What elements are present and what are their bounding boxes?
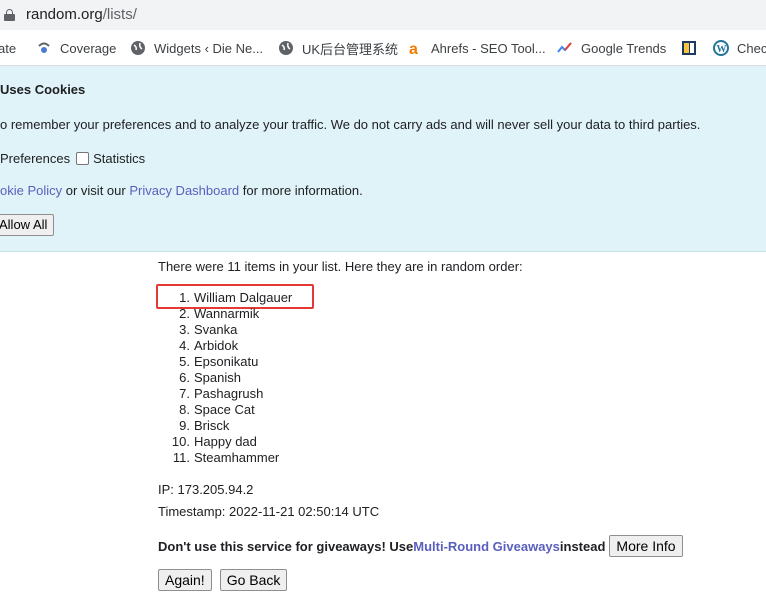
list-item: 2. Wannarmik xyxy=(158,306,292,322)
timestamp: Timestamp: 2022-11-21 02:50:14 UTC xyxy=(158,504,380,519)
list-item: 3. Svanka xyxy=(158,322,292,338)
list-item-text: Svanka xyxy=(194,322,238,337)
bookmark-ahrefs[interactable]: a Ahrefs - SEO Tool... xyxy=(407,39,546,57)
list-item-number: 11. xyxy=(172,450,190,465)
list-item-text: Space Cat xyxy=(194,402,255,417)
multi-round-giveaways-link[interactable]: Multi-Round Giveaways xyxy=(413,539,560,554)
bookmarks-bar: ate Coverage Widgets ‹ Die Ne... UK后台管理系… xyxy=(0,30,766,66)
list-item: 5. Epsonikatu xyxy=(158,354,292,370)
list-item-number: 4. xyxy=(179,338,190,353)
trends-icon xyxy=(557,40,573,56)
bookmark-google-trends[interactable]: Google Trends xyxy=(557,39,666,57)
wordpress-icon: W xyxy=(713,40,729,56)
list-item: 1. William Dalgauer xyxy=(158,290,292,306)
list-item: 4. Arbidok xyxy=(158,338,292,354)
lock-icon[interactable] xyxy=(4,9,15,21)
bookmark-label: Google Trends xyxy=(581,40,667,56)
bookmark-label: Coverage xyxy=(60,40,117,56)
bookmark-widgets[interactable]: Widgets ‹ Die Ne... xyxy=(130,39,263,57)
statistics-label[interactable]: Statistics xyxy=(93,151,145,166)
bookmark-label: Chec xyxy=(737,40,766,56)
svg-text:a: a xyxy=(409,41,418,56)
cookie-policy-line: okie Policy or visit our Privacy Dashboa… xyxy=(0,183,363,198)
policy-text: or visit our xyxy=(62,183,130,198)
bookmark-app[interactable] xyxy=(681,39,705,57)
preferences-label[interactable]: Preferences xyxy=(0,151,70,166)
bookmark-label: Widgets ‹ Die Ne... xyxy=(154,40,264,56)
bookmark-coverage[interactable]: Coverage xyxy=(36,39,116,57)
list-item-number: 5. xyxy=(179,354,190,369)
bookmark-label: UK后台管理系统 xyxy=(302,41,399,57)
bookmark-app-icon xyxy=(681,40,697,56)
result-intro: There were 11 items in your list. Here t… xyxy=(158,259,523,274)
list-item-text: Wannarmik xyxy=(194,306,260,321)
list-item-number: 9. xyxy=(179,418,190,433)
list-item: 11. Steamhammer xyxy=(158,450,292,466)
cookie-options: Preferences Statistics xyxy=(0,151,145,166)
privacy-dashboard-link[interactable]: Privacy Dashboard xyxy=(129,183,239,198)
list-item: 8. Space Cat xyxy=(158,402,292,418)
list-item-text: Pashagrush xyxy=(194,386,264,401)
list-item-text: William Dalgauer xyxy=(194,290,293,305)
bookmark-wordpress[interactable]: W Chec xyxy=(713,39,766,57)
list-item-number: 7. xyxy=(179,386,190,401)
coverage-icon xyxy=(36,40,52,56)
list-item-number: 6. xyxy=(179,370,190,385)
list-item-text: Steamhammer xyxy=(194,450,280,465)
list-item: 9. Brisck xyxy=(158,418,292,434)
allow-all-button[interactable]: Allow All xyxy=(0,214,55,236)
again-button[interactable]: Again! xyxy=(158,569,212,591)
list-item-number: 2. xyxy=(179,306,190,321)
bookmark-label: Ahrefs - SEO Tool... xyxy=(431,40,546,56)
list-item-text: Brisck xyxy=(194,418,230,433)
address-bar[interactable]: random.org/lists/ xyxy=(0,0,766,30)
ip-address: IP: 173.205.94.2 xyxy=(158,482,254,497)
warning-text-end: instead xyxy=(559,538,606,554)
url-text[interactable]: random.org/lists/ xyxy=(26,6,137,23)
statistics-checkbox[interactable] xyxy=(76,152,90,165)
globe-icon xyxy=(278,40,294,56)
policy-text-end: for more information. xyxy=(239,183,363,198)
go-back-button[interactable]: Go Back xyxy=(219,569,288,591)
list-item-number: 1. xyxy=(179,290,190,305)
list-item-number: 3. xyxy=(179,322,190,337)
list-item-number: 10. xyxy=(171,434,190,449)
list-item: 6. Spanish xyxy=(158,370,292,386)
giveaway-warning: Don't use this service for giveaways! Us… xyxy=(158,535,683,557)
cookie-banner: Uses Cookies o remember your preferences… xyxy=(0,66,766,252)
cookie-message: o remember your preferences and to analy… xyxy=(0,117,701,132)
ahrefs-icon: a xyxy=(407,40,423,56)
bookmark-label: ate xyxy=(0,40,17,56)
list-item-text: Happy dad xyxy=(194,434,257,449)
list-item-number: 8. xyxy=(179,402,190,417)
list-item: 10. Happy dad xyxy=(158,434,292,450)
svg-text:W: W xyxy=(717,44,727,55)
list-item: 7. Pashagrush xyxy=(158,386,292,402)
bookmark-item[interactable]: ate xyxy=(0,39,16,57)
warning-text: Don't use this service for giveaways! Us… xyxy=(158,538,414,554)
cookie-title: Uses Cookies xyxy=(0,82,86,97)
list-item-text: Epsonikatu xyxy=(194,354,259,369)
result-actions: Again! Go Back xyxy=(158,569,295,591)
randomized-list: 1. William Dalgauer 2. Wannarmik 3. Svanka 4. A… xyxy=(158,290,292,466)
globe-icon xyxy=(130,40,146,56)
cookie-policy-link[interactable]: okie Policy xyxy=(0,183,62,198)
bookmark-uk-admin[interactable]: UK后台管理系统 xyxy=(278,39,398,57)
list-item-text: Arbidok xyxy=(194,338,239,353)
list-item-text: Spanish xyxy=(194,370,241,385)
more-info-button[interactable]: More Info xyxy=(609,535,683,557)
